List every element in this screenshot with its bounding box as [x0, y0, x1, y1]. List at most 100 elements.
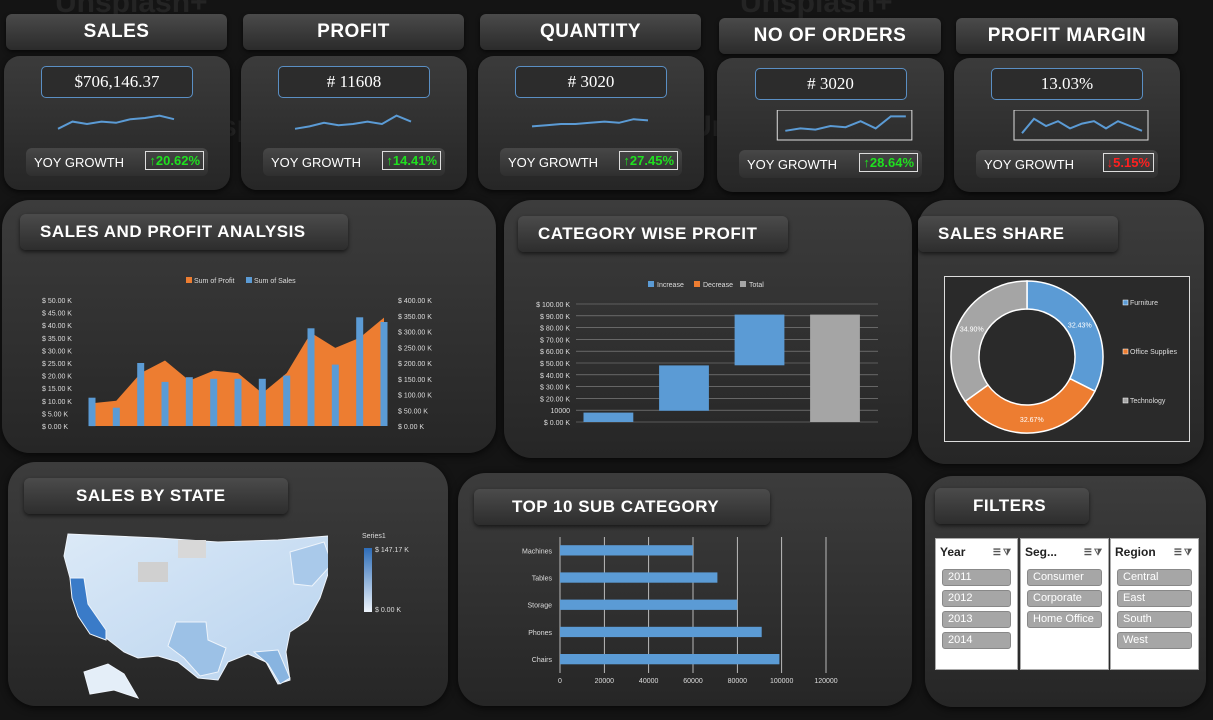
legend-swatch	[740, 281, 746, 287]
multi-select-icon[interactable]: ☰	[1084, 547, 1094, 557]
x-tick-label: 0	[558, 678, 562, 685]
yoy-growth-box: YOY GROWTH ↓5.15%	[976, 150, 1158, 178]
kpi-card: # 3020 YOY GROWTH ↑27.45%	[478, 56, 704, 190]
y-tick-label: $ 30.00 K	[540, 385, 570, 392]
multi-select-icon[interactable]: ☰	[993, 547, 1003, 557]
donut-slice	[950, 280, 1028, 403]
sparkline-path	[1021, 117, 1143, 134]
donut-legend-label: Office Supplies	[1130, 349, 1177, 356]
kpi-card: # 11608 YOY GROWTH ↑14.41%	[241, 56, 467, 190]
x-tick-label: 20000	[595, 678, 615, 685]
left-tick-label: $ 50.00 K	[42, 298, 72, 305]
subcategory-label: Phones	[528, 630, 552, 637]
slicer-item[interactable]: Central	[1117, 569, 1192, 586]
kpi-sparkline	[294, 114, 412, 130]
slicer-region: Region ☰⧩ Central East South West	[1110, 538, 1199, 670]
y-tick-label: $ 0.00 K	[544, 420, 570, 427]
yoy-label: YOY GROWTH	[508, 154, 599, 170]
right-tick-label: $ 0.00 K	[398, 424, 424, 431]
legend-label-sales: Sum of Sales	[254, 278, 296, 285]
kpi-card: # 3020 YOY GROWTH ↑28.64%	[717, 58, 944, 192]
multi-select-icon[interactable]: ☰	[1174, 547, 1184, 557]
sales-bar	[283, 375, 291, 426]
slicer-header: Seg... ☰⧩	[1021, 539, 1108, 565]
left-tick-label: $ 25.00 K	[42, 361, 72, 368]
slicer-title: Year	[940, 545, 966, 559]
slicer-item[interactable]: East	[1117, 590, 1192, 607]
us-map	[63, 533, 328, 699]
panel-title: SALES AND PROFIT ANALYSIS	[20, 214, 348, 250]
donut-slice	[1026, 280, 1104, 393]
subcategory-label: Machines	[522, 548, 552, 555]
sales-bar	[258, 378, 266, 427]
panel-title: FILTERS	[935, 488, 1089, 524]
kpi-value: $706,146.37	[41, 66, 193, 98]
subcategory-bar	[560, 654, 780, 665]
right-tick-label: $ 400.00 K	[398, 298, 432, 305]
slicer-item[interactable]: 2012	[942, 590, 1011, 607]
waterfall-bar	[583, 412, 634, 422]
slicer-item[interactable]: Home Office	[1027, 611, 1102, 628]
y-tick-label: $ 80.00 K	[540, 326, 570, 333]
sales-bar	[161, 381, 169, 426]
right-tick-label: $ 350.00 K	[398, 314, 432, 321]
x-tick-label: 40000	[639, 678, 659, 685]
slicer-segment: Seg... ☰⧩ Consumer Corporate Home Office	[1020, 538, 1109, 670]
kpi-value: 13.03%	[991, 68, 1143, 100]
slicer-controls: ☰⧩	[993, 547, 1013, 558]
clear-filter-icon[interactable]: ⧩	[1003, 547, 1013, 557]
x-tick-label: 80000	[728, 678, 748, 685]
legend-label: Decrease	[703, 282, 733, 289]
panel-title: SALES BY STATE	[24, 478, 288, 514]
kpi-value: # 3020	[515, 66, 667, 98]
slicer-title: Seg...	[1025, 545, 1058, 559]
slicer-header: Year ☰⧩	[936, 539, 1017, 565]
clear-filter-icon[interactable]: ⧩	[1094, 547, 1104, 557]
right-tick-label: $ 100.00 K	[398, 393, 432, 400]
nodata-state	[138, 562, 168, 582]
sparkline-path	[785, 115, 906, 132]
yoy-value: ↑27.45%	[619, 151, 678, 170]
sales-profit-chart: Sum of Profit Sum of Sales $ 50.00 K $ 45.0…	[42, 277, 432, 431]
sales-share-panel: SALES SHARE 32.43% 32.67% 34.90% Furniture O…	[918, 200, 1204, 464]
kpi-sparkline	[776, 110, 913, 141]
kpi-title: PROFIT	[243, 14, 464, 50]
panel-title: TOP 10 SUB CATEGORY	[474, 489, 770, 525]
kpi-sparkline	[1013, 110, 1149, 141]
left-tick-label: $ 30.00 K	[42, 348, 72, 355]
slicer-item[interactable]: 2014	[942, 632, 1011, 649]
legend-label: Increase	[657, 282, 684, 289]
waterfall-bar	[659, 365, 709, 411]
slicer-item[interactable]: West	[1117, 632, 1192, 649]
yoy-value: ↑28.64%	[859, 153, 918, 172]
slicer-controls: ☰⧩	[1174, 547, 1194, 558]
yoy-growth-box: YOY GROWTH ↑20.62%	[26, 148, 208, 176]
slicer-item[interactable]: 2013	[942, 611, 1011, 628]
legend-swatch-profit	[186, 277, 192, 283]
slicer-item[interactable]: Corporate	[1027, 590, 1102, 607]
slicer-item[interactable]: 2011	[942, 569, 1011, 586]
sales-bar	[234, 378, 242, 427]
right-tick-label: $ 250.00 K	[398, 345, 432, 352]
sales-bar	[137, 363, 145, 426]
donut-slice-label: 32.67%	[1020, 417, 1044, 424]
sales-bar	[380, 322, 388, 426]
slicer-item[interactable]: South	[1117, 611, 1192, 628]
subcategory-label: Tables	[532, 576, 553, 583]
slicer-controls: ☰⧩	[1084, 547, 1104, 558]
sales-bar	[210, 378, 218, 427]
left-tick-label: $ 5.00 K	[42, 411, 68, 418]
kpi-card: 13.03% YOY GROWTH ↓5.15%	[954, 58, 1180, 192]
left-tick-label: $ 40.00 K	[42, 323, 72, 330]
donut-legend-label: Furniture	[1130, 300, 1158, 307]
sales-by-state-panel: SALES BY STATE Series1 $ 147.17 K $ 0.00…	[8, 462, 448, 706]
clear-filter-icon[interactable]: ⧩	[1184, 547, 1194, 557]
subcategory-bar	[560, 545, 693, 556]
left-tick-label: $ 20.00 K	[42, 374, 72, 381]
subcategory-label: Storage	[527, 603, 552, 610]
sales-bar	[307, 328, 315, 426]
map-legend-min: $ 0.00 K	[375, 607, 402, 614]
left-tick-label: $ 15.00 K	[42, 386, 72, 393]
slicer-item[interactable]: Consumer	[1027, 569, 1102, 586]
kpi-sparkline	[57, 114, 175, 130]
